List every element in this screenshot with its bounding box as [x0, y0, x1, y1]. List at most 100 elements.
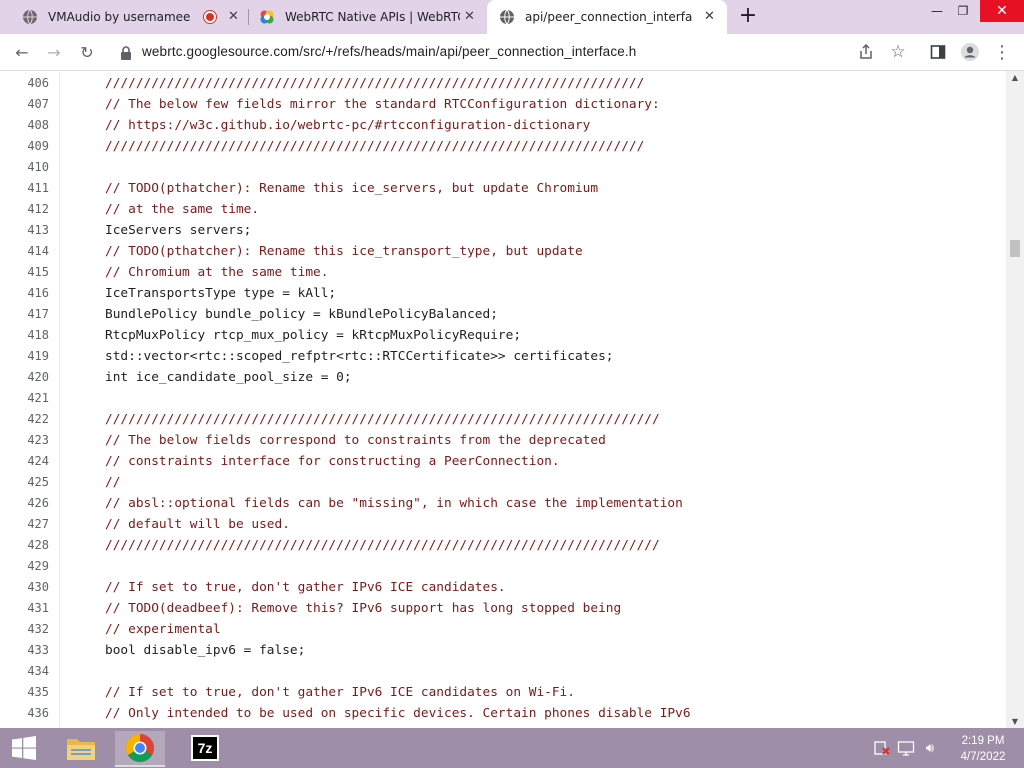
- line-number[interactable]: 412: [0, 199, 49, 220]
- scrollbar-thumb[interactable]: [1010, 240, 1020, 257]
- line-number[interactable]: 429: [0, 556, 49, 577]
- line-number[interactable]: 434: [0, 661, 49, 682]
- line-number[interactable]: 426: [0, 493, 49, 514]
- code-text: bool disable_ipv6 = false;: [105, 643, 306, 658]
- code-line: 414 // TODO(pthatcher): Rename this ice_t…: [0, 241, 1006, 262]
- code-text: // TODO(pthatcher): Rename this ice_tran…: [105, 244, 583, 259]
- line-number[interactable]: 428: [0, 535, 49, 556]
- code-text: // Chromium at the same time.: [105, 265, 329, 280]
- 7zip-taskbar-button[interactable]: 7z: [180, 731, 230, 765]
- code-line: 425 //: [0, 472, 1006, 493]
- bookmark-star-icon[interactable]: ☆: [888, 42, 908, 62]
- source-code-view: 406 /////////////////////////////////////…: [0, 71, 1006, 728]
- code-line: 426 // absl::optional fields can be "miss…: [0, 493, 1006, 514]
- line-number[interactable]: 435: [0, 682, 49, 703]
- code-line: 417 BundlePolicy bundle_policy = kBundleP…: [0, 304, 1006, 325]
- code-text: // absl::optional fields can be "missing…: [105, 496, 683, 511]
- tab-title: VMAudio by usernamee: [48, 10, 191, 24]
- line-number[interactable]: 418: [0, 325, 49, 346]
- code-line: 412 // at the same time.: [0, 199, 1006, 220]
- code-line: 415 // Chromium at the same time.: [0, 262, 1006, 283]
- line-number[interactable]: 430: [0, 577, 49, 598]
- clock-time: 2:19 PM: [961, 735, 1005, 747]
- close-tab-icon[interactable]: ✕: [228, 9, 239, 25]
- profile-avatar-icon[interactable]: [960, 42, 980, 62]
- code-text: int ice_candidate_pool_size = 0;: [105, 370, 352, 385]
- code-line: 418 RtcpMuxPolicy rtcp_mux_policy = kRtcp…: [0, 325, 1006, 346]
- browser-toolbar: ← → ↻ webrtc.googlesource.com/src/+/refs…: [0, 34, 1024, 71]
- share-icon[interactable]: [856, 42, 876, 62]
- close-window-button[interactable]: ✕: [980, 0, 1024, 22]
- line-number[interactable]: 421: [0, 388, 49, 409]
- tab-vmaudio[interactable]: VMAudio by usernamee ✕: [8, 0, 248, 34]
- side-panel-icon[interactable]: [928, 42, 948, 62]
- line-number[interactable]: 433: [0, 640, 49, 661]
- back-icon[interactable]: ←: [12, 42, 32, 62]
- vertical-scrollbar[interactable]: ▲ ▼: [1006, 71, 1024, 728]
- close-tab-icon[interactable]: ✕: [464, 9, 475, 25]
- network-warning-icon[interactable]: [873, 739, 891, 757]
- line-number[interactable]: 419: [0, 346, 49, 367]
- globe-icon: [22, 9, 38, 25]
- line-number[interactable]: 423: [0, 430, 49, 451]
- system-clock[interactable]: 2:19 PM 4/7/2022: [952, 733, 1014, 765]
- restore-window-button[interactable]: ❐: [946, 0, 980, 22]
- tab-webrtc-native-apis[interactable]: WebRTC Native APIs | WebRTC ✕: [249, 0, 486, 34]
- tab-peer-connection-interface[interactable]: api/peer_connection_interface.h ✕: [487, 0, 727, 34]
- display-icon[interactable]: [897, 739, 915, 757]
- chrome-icon: [126, 734, 154, 762]
- line-number[interactable]: 409: [0, 136, 49, 157]
- webrtc-icon: [259, 9, 275, 25]
- code-text: ////////////////////////////////////////…: [105, 139, 645, 154]
- chrome-taskbar-button[interactable]: [115, 731, 165, 767]
- file-explorer-taskbar-button[interactable]: [58, 731, 104, 765]
- more-menu-icon[interactable]: ⋮: [992, 42, 1012, 63]
- line-number[interactable]: 431: [0, 598, 49, 619]
- line-number[interactable]: 427: [0, 514, 49, 535]
- line-number[interactable]: 413: [0, 220, 49, 241]
- tab-title: api/peer_connection_interface.h: [525, 10, 693, 24]
- line-number[interactable]: 411: [0, 178, 49, 199]
- line-number[interactable]: 436: [0, 703, 49, 724]
- code-line: 431 // TODO(deadbeef): Remove this? IPv6 …: [0, 598, 1006, 619]
- line-number[interactable]: 420: [0, 367, 49, 388]
- lock-icon[interactable]: [120, 45, 132, 60]
- code-line: 411 // TODO(pthatcher): Rename this ice_s…: [0, 178, 1006, 199]
- 7zip-icon-label: 7z: [197, 740, 213, 756]
- line-number[interactable]: 424: [0, 451, 49, 472]
- code-text: RtcpMuxPolicy rtcp_mux_policy = kRtcpMux…: [105, 328, 522, 343]
- code-text: std::vector<rtc::scoped_refptr<rtc::RTCC…: [105, 349, 614, 364]
- line-number[interactable]: 415: [0, 262, 49, 283]
- line-number[interactable]: 416: [0, 283, 49, 304]
- code-text: // constraints interface for constructin…: [105, 454, 560, 469]
- close-tab-icon[interactable]: ✕: [704, 9, 715, 25]
- code-line: 435 // If set to true, don't gather IPv6 …: [0, 682, 1006, 703]
- code-line: 433 bool disable_ipv6 = false;: [0, 640, 1006, 661]
- code-line: 430 // If set to true, don't gather IPv6 …: [0, 577, 1006, 598]
- code-line: 421: [0, 388, 1006, 409]
- line-number[interactable]: 422: [0, 409, 49, 430]
- line-number[interactable]: 408: [0, 115, 49, 136]
- windows-logo-icon: [12, 736, 36, 760]
- scroll-down-arrow-icon[interactable]: ▼: [1006, 717, 1024, 726]
- url-text[interactable]: webrtc.googlesource.com/src/+/refs/heads…: [142, 44, 636, 59]
- line-number[interactable]: 432: [0, 619, 49, 640]
- new-tab-button[interactable]: +: [737, 2, 759, 30]
- line-number[interactable]: 410: [0, 157, 49, 178]
- code-text: // TODO(deadbeef): Remove this? IPv6 sup…: [105, 601, 622, 616]
- scroll-up-arrow-icon[interactable]: ▲: [1006, 73, 1024, 82]
- code-line: 416 IceTransportsType type = kAll;: [0, 283, 1006, 304]
- code-line: 420 int ice_candidate_pool_size = 0;: [0, 367, 1006, 388]
- line-number[interactable]: 417: [0, 304, 49, 325]
- windows-taskbar: 7z 🔊︎ 2:19 PM 4/7/2022: [0, 728, 1024, 768]
- line-number[interactable]: 414: [0, 241, 49, 262]
- code-text: // If set to true, don't gather IPv6 ICE…: [105, 685, 575, 700]
- line-number[interactable]: 407: [0, 94, 49, 115]
- code-line: 409 /////////////////////////////////////…: [0, 136, 1006, 157]
- line-number[interactable]: 406: [0, 73, 49, 94]
- forward-icon[interactable]: →: [44, 42, 64, 62]
- reload-icon[interactable]: ↻: [77, 42, 97, 62]
- line-number[interactable]: 425: [0, 472, 49, 493]
- volume-icon[interactable]: 🔊︎: [921, 739, 939, 757]
- start-button[interactable]: [4, 731, 44, 765]
